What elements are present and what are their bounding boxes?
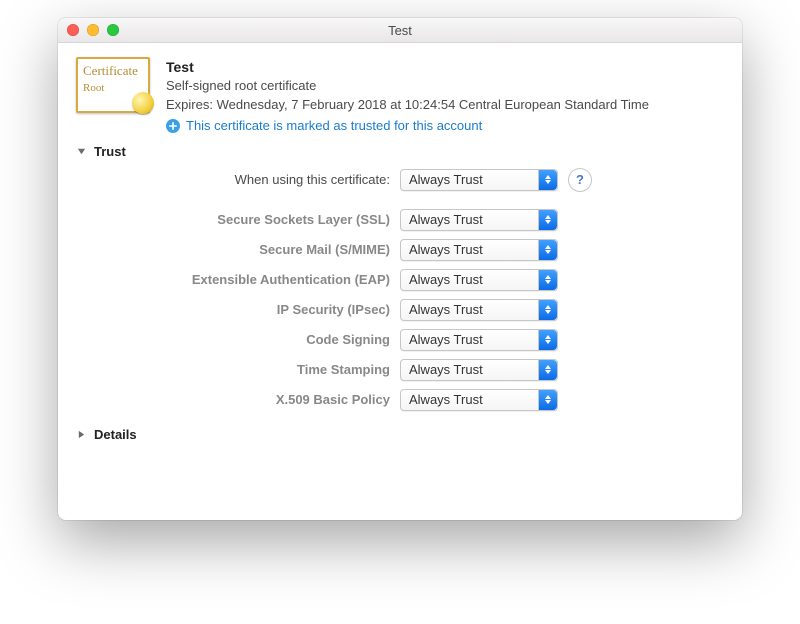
trust-policy-popup[interactable]: Always Trust — [400, 329, 558, 351]
trust-policy-row: Secure Sockets Layer (SSL) Always Trust — [80, 207, 724, 233]
trust-policy-label: Extensible Authentication (EAP) — [80, 272, 400, 287]
trust-policy-label: IP Security (IPsec) — [80, 302, 400, 317]
window-controls — [67, 24, 119, 36]
popup-stepper-icon — [538, 330, 557, 350]
certificate-summary: Test Self-signed root certificate Expire… — [166, 57, 724, 136]
close-window-button[interactable] — [67, 24, 79, 36]
popup-stepper-icon — [538, 210, 557, 230]
trust-status-text: This certificate is marked as trusted fo… — [186, 117, 482, 136]
when-using-row: When using this certificate: Always Trus… — [80, 165, 724, 195]
trust-policy-label: Time Stamping — [80, 362, 400, 377]
trust-policy-value: Always Trust — [409, 302, 483, 317]
popup-stepper-icon — [538, 300, 557, 320]
window-title: Test — [388, 23, 412, 38]
trust-policy-row: Time Stamping Always Trust — [80, 357, 724, 383]
help-glyph: ? — [576, 172, 584, 187]
trust-policy-row: X.509 Basic Policy Always Trust — [80, 387, 724, 413]
help-button[interactable]: ? — [568, 168, 592, 192]
chevron-right-icon — [76, 430, 86, 439]
details-disclosure[interactable]: Details — [76, 427, 724, 442]
trust-status-line: This certificate is marked as trusted fo… — [166, 117, 724, 136]
details-section-label: Details — [94, 427, 137, 442]
trust-policy-row: Code Signing Always Trust — [80, 327, 724, 353]
trust-policy-popup[interactable]: Always Trust — [400, 239, 558, 261]
when-using-popup[interactable]: Always Trust — [400, 169, 558, 191]
certificate-description: Self-signed root certificate — [166, 77, 724, 96]
titlebar: Test — [58, 18, 742, 43]
trust-policy-row: Secure Mail (S/MIME) Always Trust — [80, 237, 724, 263]
certificate-header: Certificate Root Test Self-signed root c… — [76, 57, 724, 136]
trust-plus-icon — [166, 119, 180, 133]
certificate-thumbnail: Certificate Root — [76, 57, 150, 113]
trust-policy-row: IP Security (IPsec) Always Trust — [80, 297, 724, 323]
trust-section-label: Trust — [94, 144, 126, 159]
certificate-name: Test — [166, 57, 724, 77]
popup-stepper-icon — [538, 360, 557, 380]
trust-section-body: When using this certificate: Always Trus… — [80, 165, 724, 413]
trust-policy-label: X.509 Basic Policy — [80, 392, 400, 407]
trust-policy-row: Extensible Authentication (EAP) Always Tr… — [80, 267, 724, 293]
trust-policy-label: Secure Mail (S/MIME) — [80, 242, 400, 257]
trust-policy-value: Always Trust — [409, 332, 483, 347]
trust-disclosure[interactable]: Trust — [76, 144, 724, 159]
details-section: Details — [76, 427, 724, 442]
when-using-value: Always Trust — [409, 172, 483, 187]
seal-icon — [132, 92, 154, 114]
trust-policy-popup[interactable]: Always Trust — [400, 269, 558, 291]
when-using-label: When using this certificate: — [80, 172, 400, 187]
trust-policy-popup[interactable]: Always Trust — [400, 299, 558, 321]
content-area: Certificate Root Test Self-signed root c… — [58, 43, 742, 452]
popup-stepper-icon — [538, 270, 557, 290]
popup-stepper-icon — [538, 390, 557, 410]
trust-policy-value: Always Trust — [409, 212, 483, 227]
certificate-thumb-label: Certificate — [83, 63, 138, 78]
chevron-down-icon — [76, 147, 86, 156]
trust-policy-value: Always Trust — [409, 242, 483, 257]
trust-policy-value: Always Trust — [409, 392, 483, 407]
trust-section: Trust When using this certificate: Alway… — [76, 144, 724, 413]
trust-policy-label: Code Signing — [80, 332, 400, 347]
certificate-expiry: Expires: Wednesday, 7 February 2018 at 1… — [166, 96, 724, 115]
trust-policy-popup[interactable]: Always Trust — [400, 359, 558, 381]
trust-policy-label: Secure Sockets Layer (SSL) — [80, 212, 400, 227]
minimize-window-button[interactable] — [87, 24, 99, 36]
trust-policy-popup[interactable]: Always Trust — [400, 209, 558, 231]
popup-stepper-icon — [538, 170, 557, 190]
certificate-icon: Certificate Root — [76, 57, 152, 136]
trust-policy-popup[interactable]: Always Trust — [400, 389, 558, 411]
certificate-inspector-window: Test Certificate Root Test Self-signed r… — [58, 18, 742, 520]
popup-stepper-icon — [538, 240, 557, 260]
certificate-thumb-sub: Root — [83, 82, 104, 94]
zoom-window-button[interactable] — [107, 24, 119, 36]
trust-policy-value: Always Trust — [409, 272, 483, 287]
trust-policy-value: Always Trust — [409, 362, 483, 377]
